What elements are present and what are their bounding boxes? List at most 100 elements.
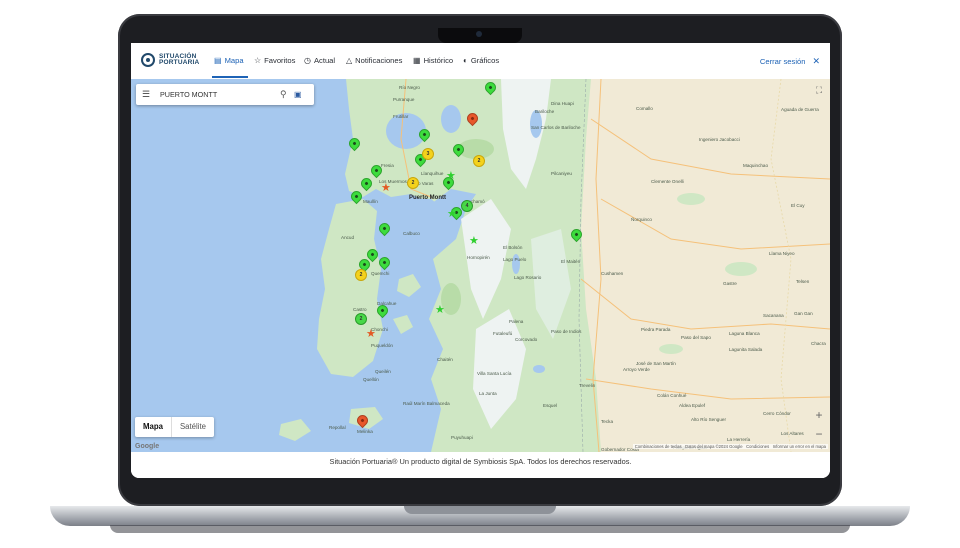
place-label: El Maitén (561, 259, 581, 264)
marker-cluster[interactable]: 2 (355, 313, 367, 325)
place-label: Los Altares (781, 431, 804, 436)
place-label: Calbuco (403, 231, 420, 236)
map-attribution: Combinaciones de teclas Datos del mapa ©… (632, 444, 828, 449)
place-label: Dina Huapi (551, 101, 574, 106)
anchor-logo-icon (141, 53, 155, 67)
marker-cluster[interactable]: 3 (422, 148, 434, 160)
place-label: Raúl Marín Balmaceda (403, 401, 450, 406)
place-label: Repollal (329, 425, 346, 430)
nav-label-graficos: Gráficos (470, 56, 500, 65)
place-label: Tecka (601, 419, 613, 424)
star-marker-open[interactable]: ★ (469, 236, 479, 247)
briefcase-icon[interactable]: ▣ (294, 90, 314, 99)
nav-item-historico[interactable]: ▦ Histórico (413, 56, 453, 65)
star-marker-open[interactable]: ★ (446, 171, 456, 182)
place-label: Gan Gan (794, 311, 813, 316)
place-label: Piedra Parada (641, 327, 671, 332)
place-label: Maullín (363, 199, 378, 204)
map-data-text: Datos del mapa ©2024 Google (685, 444, 743, 449)
terms-link[interactable]: Condiciones (746, 444, 769, 449)
place-label: Lago Puelo (503, 257, 527, 262)
place-label: José de San Martín (636, 361, 676, 366)
nav-label-mapa: Mapa (224, 56, 244, 65)
map-icon: ▤ (214, 56, 222, 65)
place-label: Arroyo Verde (623, 367, 650, 372)
place-label: Puerto Montt (409, 195, 446, 201)
search-icon[interactable]: ⚲ (280, 89, 294, 100)
place-label: Lago Rosario (514, 275, 542, 280)
place-label: Bariloche (535, 109, 555, 114)
place-label: Esquel (543, 403, 558, 408)
place-label: El Bolsón (503, 245, 523, 250)
nav-item-actual[interactable]: ◷ Actual (304, 56, 335, 65)
google-logo: Google (135, 443, 160, 450)
place-label: Lagunita Salada (729, 347, 763, 352)
place-label: Chaitén (437, 357, 453, 362)
place-label: Clemente Onelli (651, 179, 684, 184)
marker-cluster[interactable]: 2 (407, 177, 419, 189)
app-logo[interactable]: SITUACIÓN PORTUARIA (141, 53, 199, 67)
place-label: Puqueldón (371, 343, 393, 348)
place-label: Corcovado (515, 337, 538, 342)
logo-line-2: PORTUARIA (159, 59, 200, 66)
keyboard-shortcuts-link[interactable]: Combinaciones de teclas (635, 444, 682, 449)
footer: Situación Portuaria® Un producto digital… (131, 452, 830, 478)
menu-icon[interactable]: ☰ (136, 89, 156, 100)
place-label: Quellón (363, 377, 379, 382)
marker-cluster[interactable]: 2 (355, 269, 367, 281)
place-label: Villa Santa Lucía (477, 371, 512, 376)
nav-item-favoritos[interactable]: ☆ Favoritos (254, 56, 295, 65)
place-label: Ancud (341, 235, 355, 240)
nav-item-graficos[interactable]: ◐ Gráficos (463, 56, 499, 65)
place-label: Ingeniero Jacobacci (699, 137, 740, 142)
star-icon: ☆ (254, 56, 262, 65)
place-label: Fresia (381, 163, 394, 168)
place-label: Puyuhuapi (451, 435, 473, 440)
screen: SITUACIÓN PORTUARIA ▤ Mapa ☆ Favoritos ◷… (131, 43, 830, 478)
nav-label-notificaciones: Notificaciones (355, 56, 403, 65)
zoom-control: + − (811, 406, 827, 444)
place-label: Futaleufú (493, 331, 513, 336)
search-input[interactable]: PUERTO MONTT (156, 90, 280, 99)
marker-cluster[interactable]: 2 (473, 155, 485, 167)
search-box: ☰ PUERTO MONTT ⚲ ▣ (136, 84, 314, 105)
zoom-out-icon[interactable]: − (811, 425, 827, 444)
laptop-opening-lip (404, 506, 556, 514)
marker-cluster[interactable]: 4 (461, 200, 473, 212)
map-type-mapa[interactable]: Mapa (135, 417, 172, 437)
camera-icon (476, 31, 482, 37)
place-label: La Junta (479, 391, 497, 396)
place-label: Ñorquinco (631, 217, 652, 222)
report-error-link[interactable]: Informar un error en el mapa (773, 444, 826, 449)
calendar-icon: ▦ (413, 56, 421, 65)
map-type-satelite[interactable]: Satélite (172, 417, 214, 437)
logout-button[interactable]: Cerrar sesión ✕ (760, 56, 820, 67)
place-label: Telsen (796, 279, 810, 284)
place-label: Melinka (357, 429, 373, 434)
place-label: Comallo (636, 106, 653, 111)
place-label: La Herrería (727, 437, 751, 442)
place-label: Castro (353, 307, 367, 312)
place-label: Frutillar (393, 114, 409, 119)
map-type-toggle: Mapa Satélite (135, 417, 214, 437)
star-marker-open[interactable]: ★ (435, 305, 445, 316)
place-label: Palena (509, 319, 524, 324)
star-marker-closed[interactable]: ★ (366, 329, 376, 340)
close-icon: ✕ (812, 56, 820, 66)
place-label: Llama Niyeo (769, 251, 795, 256)
nav-label-favoritos: Favoritos (264, 56, 296, 65)
zoom-in-icon[interactable]: + (811, 406, 827, 425)
star-marker-closed[interactable]: ★ (381, 183, 391, 194)
clock-icon: ◷ (304, 56, 311, 65)
place-label: San Carlos de Bariloche (531, 125, 581, 130)
map-view[interactable]: Río Negro Purranque Frutillar Llanquihue… (131, 79, 830, 452)
place-label: Río Negro (399, 85, 420, 90)
fullscreen-icon[interactable]: ⛶ (812, 83, 826, 97)
nav-label-historico: Histórico (423, 56, 454, 65)
place-label: Pilcaniyeu (551, 171, 572, 176)
star-marker-open[interactable]: ★ (447, 209, 457, 220)
place-label: Aldea Epulef (679, 403, 706, 408)
place-label: Hornopirén (467, 255, 490, 260)
nav-item-notificaciones[interactable]: △ Notificaciones (346, 56, 402, 65)
nav-item-mapa[interactable]: ▤ Mapa (214, 56, 244, 65)
